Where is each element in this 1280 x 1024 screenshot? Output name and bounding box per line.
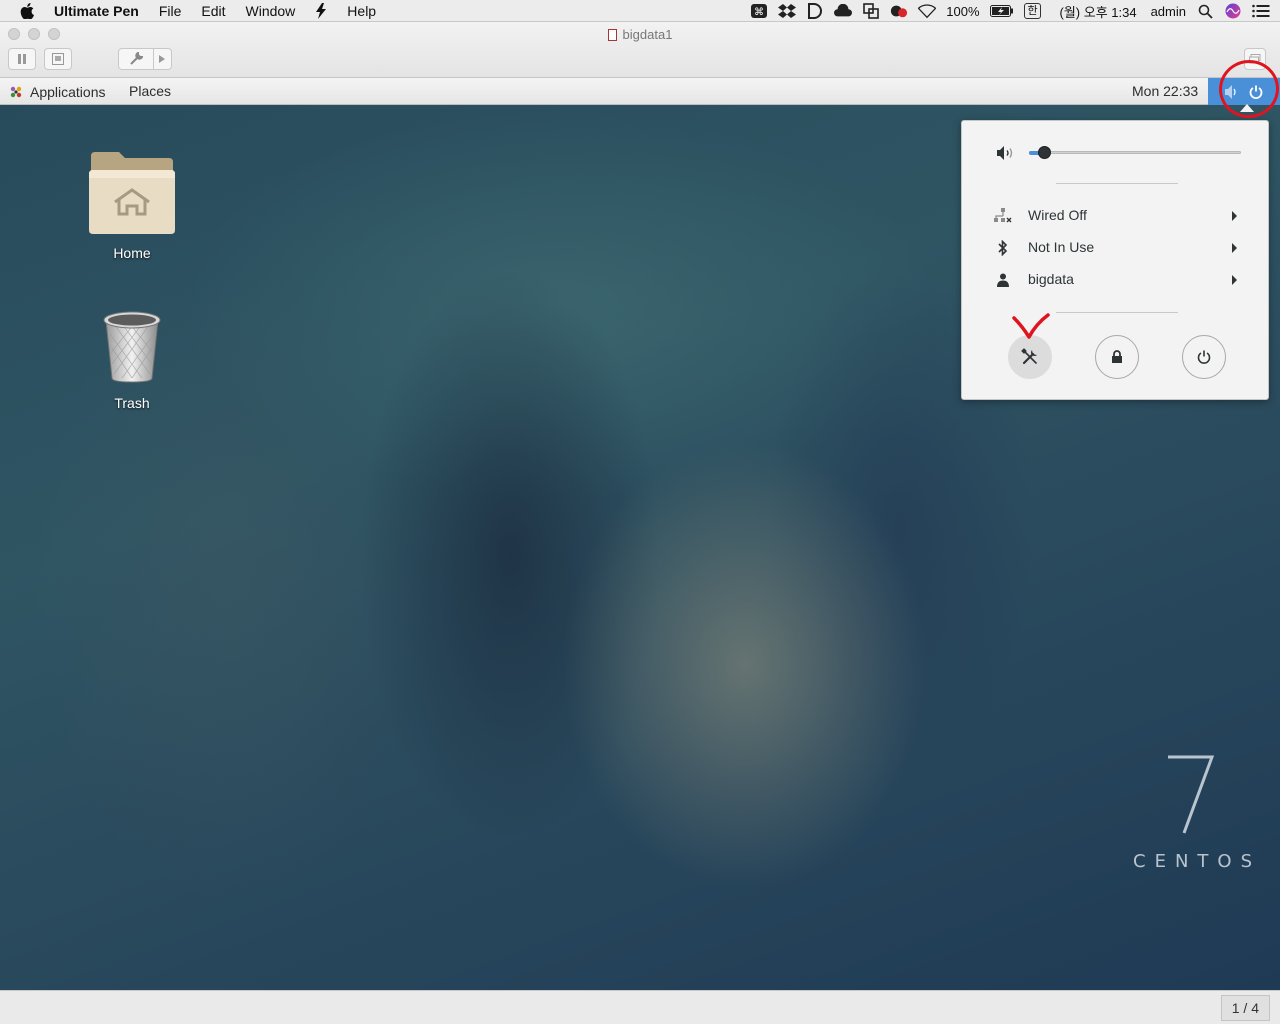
volume-slider-track[interactable] — [1029, 151, 1241, 154]
lightning-menu-icon[interactable] — [305, 0, 337, 22]
menu-separator — [1056, 183, 1178, 184]
window-stack-icon — [1249, 54, 1261, 64]
volume-low-icon — [997, 146, 1013, 160]
battery-percent: 100% — [946, 3, 980, 19]
lock-screen-button[interactable] — [1095, 335, 1139, 379]
cloud-icon[interactable] — [834, 3, 853, 19]
places-menu[interactable]: Places — [129, 78, 171, 105]
siri-icon[interactable] — [1224, 3, 1242, 19]
snapshot-button[interactable] — [44, 48, 72, 70]
menu-item-label: bigdata — [1028, 271, 1074, 287]
menu-item-wired[interactable]: Wired Off — [962, 202, 1270, 230]
input-source-label: 한 — [1024, 3, 1041, 19]
wrench-icon — [130, 52, 143, 65]
desktop-icon-trash[interactable]: Trash — [77, 308, 187, 411]
power-off-button[interactable] — [1182, 335, 1226, 379]
vm-statusbar: 1 / 4 — [0, 990, 1280, 1024]
volume-row — [962, 143, 1270, 163]
applications-label: Applications — [30, 83, 106, 100]
pause-vm-button[interactable] — [8, 48, 36, 70]
workspace-pager[interactable]: 1 / 4 — [1220, 995, 1270, 1021]
menubar-clock[interactable]: (월) 오후 1:34 — [1060, 2, 1137, 21]
user-icon — [994, 271, 1012, 289]
snapshot-icon — [52, 53, 64, 65]
menu-item-bluetooth[interactable]: Not In Use — [962, 234, 1270, 262]
menubar-user[interactable]: admin — [1151, 4, 1186, 19]
document-icon — [607, 29, 617, 41]
panel-clock[interactable]: Mon 22:33 — [1132, 78, 1198, 105]
gnome-foot-icon — [10, 86, 22, 97]
power-icon — [1249, 85, 1263, 99]
volume-slider-handle[interactable] — [1037, 146, 1051, 159]
settings-button[interactable] — [1008, 335, 1052, 379]
vm-window-title: bigdata1 — [0, 27, 1280, 42]
menu-item-label: Not In Use — [1028, 239, 1095, 255]
submenu-arrow-icon — [1232, 275, 1237, 285]
notification-badge-icon[interactable] — [890, 3, 908, 19]
desktop-icon-label: Home — [113, 245, 151, 261]
menu-item-label: Wired Off — [1028, 207, 1087, 223]
power-icon — [1197, 350, 1211, 364]
pause-icon — [18, 54, 26, 64]
svg-text:⌘: ⌘ — [754, 7, 764, 18]
lock-icon — [1112, 350, 1122, 363]
wired-network-off-icon — [994, 207, 1012, 225]
centos-wordmark: CENTOS — [1133, 851, 1261, 872]
battery-charging-icon[interactable] — [989, 3, 1014, 19]
app-name-menu[interactable]: Ultimate Pen — [50, 0, 149, 22]
chevron-right-icon — [159, 55, 165, 63]
desktop-icon-home[interactable]: Home — [77, 150, 187, 261]
mac-menubar: Ultimate Pen File Edit Window Help ⌘ 100… — [0, 0, 1280, 22]
spotlight-search-icon[interactable] — [1196, 3, 1214, 19]
submenu-arrow-icon — [1232, 243, 1237, 253]
command-key-icon[interactable]: ⌘ — [750, 3, 768, 19]
vm-window-title-text: bigdata1 — [622, 27, 673, 42]
volume-icon — [1225, 84, 1236, 99]
desktop-icon-label: Trash — [114, 395, 150, 411]
window-switch-icon[interactable] — [862, 3, 880, 19]
menu-separator — [1056, 312, 1178, 313]
notification-center-icon[interactable] — [1252, 3, 1270, 19]
wifi-icon[interactable] — [918, 3, 937, 19]
file-menu[interactable]: File — [149, 0, 192, 22]
trash-icon — [103, 311, 161, 383]
input-source-icon[interactable]: 한 — [1024, 3, 1042, 19]
centos-version-mark: 7 — [1168, 755, 1215, 834]
window-menu[interactable]: Window — [236, 0, 306, 22]
settings-toolbar-button[interactable] — [118, 48, 172, 70]
edit-menu[interactable]: Edit — [191, 0, 235, 22]
apple-menu-icon[interactable] — [18, 2, 36, 20]
submenu-arrow-icon — [1232, 211, 1237, 221]
help-menu[interactable]: Help — [337, 0, 386, 22]
system-status-menu[interactable] — [1208, 78, 1280, 105]
popup-pointer — [1240, 104, 1254, 112]
d-app-icon[interactable] — [806, 3, 824, 19]
home-folder-icon — [89, 152, 175, 234]
settings-tools-icon — [1021, 348, 1037, 365]
system-menu-popup: Wired Off Not In Use bigdata — [961, 120, 1269, 400]
gnome-top-panel: Applications Places Mon 22:33 — [0, 78, 1280, 105]
dropbox-icon[interactable] — [778, 3, 797, 19]
fullscreen-button[interactable] — [1244, 48, 1266, 70]
vm-window-titlebar: bigdata1 — [0, 22, 1280, 78]
applications-menu[interactable]: Applications — [8, 78, 106, 105]
bluetooth-icon — [994, 239, 1012, 257]
menu-item-user[interactable]: bigdata — [962, 266, 1270, 294]
